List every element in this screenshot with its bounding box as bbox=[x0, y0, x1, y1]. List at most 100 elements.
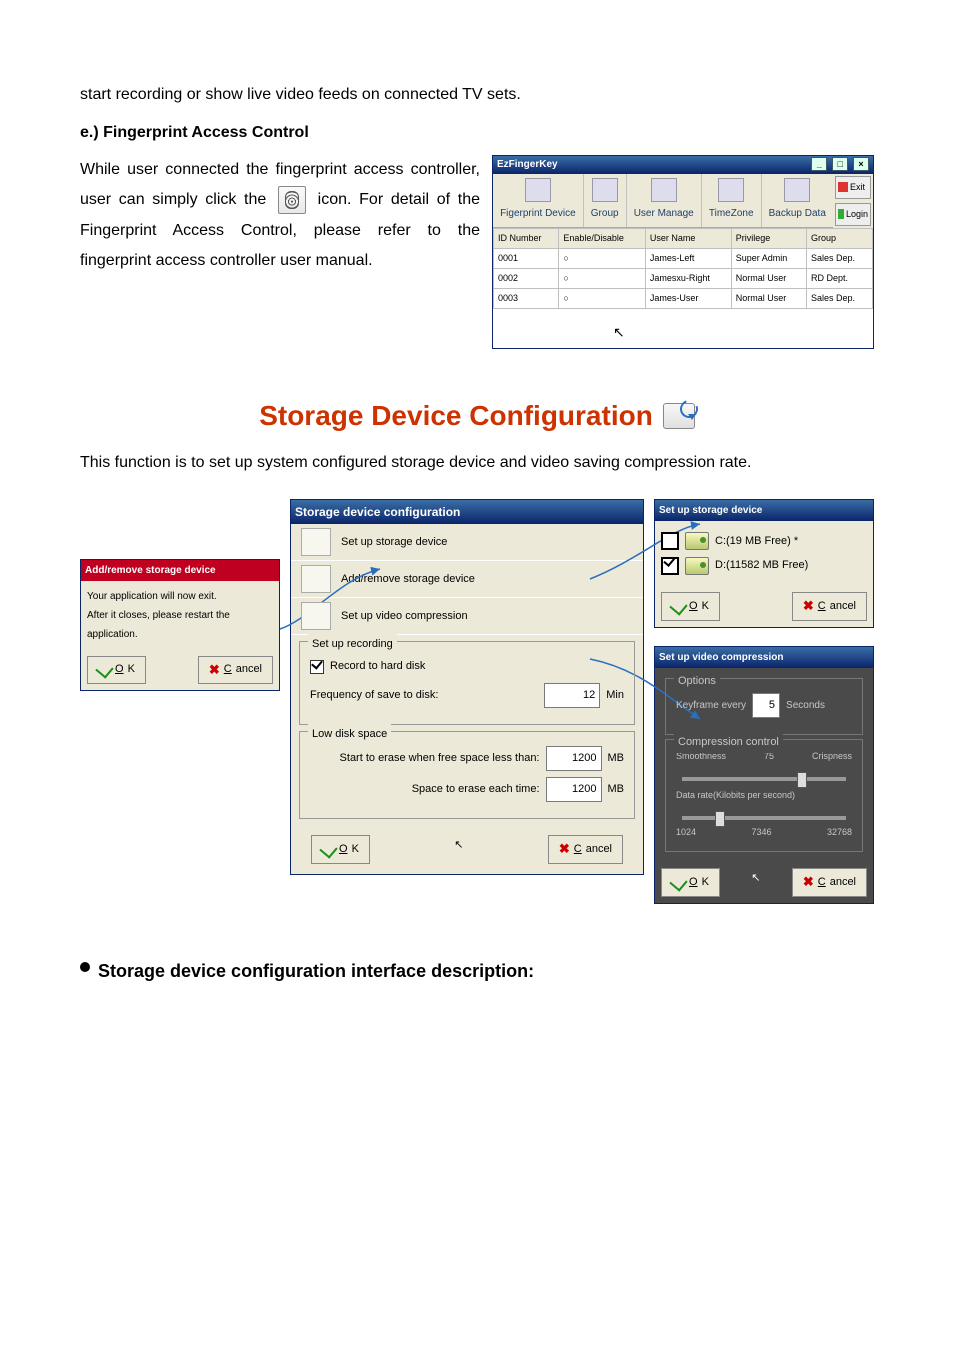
low-disk-legend: Low disk space bbox=[308, 724, 391, 745]
addremove-cancel-button[interactable]: ✖Cancel bbox=[198, 656, 273, 685]
keyframe-label: Keyframe every bbox=[676, 696, 746, 715]
addremove-title: Add/remove storage device bbox=[81, 560, 279, 581]
maincfg-cancel-button[interactable]: ✖Cancel bbox=[548, 835, 623, 864]
erase-threshold-input[interactable]: 1200 bbox=[546, 746, 602, 771]
storage-cancel-button[interactable]: ✖Cancel bbox=[792, 592, 867, 621]
drive-c-label: C:(19 MB Free) * bbox=[715, 531, 798, 552]
video-compression-dialog: Set up video compression Options Keyfram… bbox=[654, 646, 874, 904]
drive-icon bbox=[685, 532, 709, 550]
compression-control-legend: Compression control bbox=[674, 732, 783, 753]
x-icon: ✖ bbox=[803, 594, 814, 619]
user-manage-icon bbox=[651, 178, 677, 202]
table-row[interactable]: 0002○Jamesxu-RightNormal UserRD Dept. bbox=[494, 269, 873, 289]
datarate-label: Data rate(Kilobits per second) bbox=[676, 787, 852, 804]
erase-threshold-unit: MB bbox=[608, 748, 625, 769]
setup-storage-icon bbox=[301, 528, 331, 556]
addremove-storage-icon bbox=[301, 565, 331, 593]
frequency-unit: Min bbox=[606, 685, 624, 706]
keyframe-unit: Seconds bbox=[786, 696, 825, 715]
x-icon: ✖ bbox=[803, 870, 814, 895]
check-icon bbox=[95, 661, 113, 679]
bullet-icon bbox=[80, 962, 90, 972]
toolbar-group[interactable]: Group bbox=[584, 174, 627, 227]
col-id[interactable]: ID Number bbox=[494, 228, 559, 248]
bullet-heading: Storage device configuration interface d… bbox=[98, 954, 534, 988]
check-icon bbox=[319, 840, 337, 858]
col-group[interactable]: Group bbox=[807, 228, 873, 248]
col-privilege[interactable]: Privilege bbox=[731, 228, 806, 248]
video-compression-icon bbox=[301, 602, 331, 630]
toolbar-fingerprint-device[interactable]: Figerprint Device bbox=[493, 174, 584, 227]
toolbar-user-manage[interactable]: User Manage bbox=[627, 174, 702, 227]
fingerprint-device-icon bbox=[525, 178, 551, 202]
table-row[interactable]: 0001○James-LeftSuper AdminSales Dep. bbox=[494, 249, 873, 269]
storage-config-dialog: Storage device configuration Set up stor… bbox=[290, 499, 644, 875]
maximize-button[interactable]: □ bbox=[832, 157, 848, 171]
timezone-icon bbox=[718, 178, 744, 202]
storage-heading-icon bbox=[663, 403, 695, 429]
drive-d-checkbox[interactable] bbox=[661, 557, 679, 575]
exit-button[interactable]: Exit bbox=[835, 176, 871, 199]
check-icon bbox=[669, 598, 687, 616]
comp-cancel-button[interactable]: ✖Cancel bbox=[792, 868, 867, 897]
toolbar-backup-data[interactable]: Backup Data bbox=[762, 174, 833, 227]
record-to-disk-label: Record to hard disk bbox=[330, 656, 425, 677]
storage-config-title: Storage device configuration bbox=[291, 500, 643, 525]
quality-slider[interactable] bbox=[682, 777, 846, 781]
rate-low: 1024 bbox=[676, 824, 696, 841]
setup-video-compression-item[interactable]: Set up video compression bbox=[291, 598, 643, 635]
fingerprint-icon[interactable] bbox=[278, 186, 306, 214]
addremove-ok-button[interactable]: OOKK bbox=[87, 656, 146, 685]
drive-c-checkbox[interactable] bbox=[661, 532, 679, 550]
comp-ok-button[interactable]: OK bbox=[661, 868, 720, 897]
cursor-icon: ↖ bbox=[751, 868, 760, 897]
addremove-msg2: After it closes, please restart the appl… bbox=[87, 606, 273, 644]
erase-amount-input[interactable]: 1200 bbox=[546, 777, 602, 802]
maincfg-ok-button[interactable]: OK bbox=[311, 835, 370, 864]
drive-d-row[interactable]: D:(11582 MB Free) bbox=[661, 555, 867, 576]
cursor-icon: ↖ bbox=[454, 835, 463, 864]
toolbar-timezone[interactable]: TimeZone bbox=[702, 174, 762, 227]
check-icon bbox=[669, 873, 687, 891]
storage-ok-button[interactable]: OK bbox=[661, 592, 720, 621]
video-compression-title: Set up video compression bbox=[655, 647, 873, 668]
heading-paragraph: This function is to set up system config… bbox=[80, 448, 874, 478]
storage-heading: Storage Device Configuration bbox=[259, 389, 653, 442]
datarate-slider[interactable] bbox=[682, 816, 846, 820]
setup-storage-dialog: Set up storage device C:(19 MB Free) * D… bbox=[654, 499, 874, 628]
addremove-dialog: Add/remove storage device Your applicati… bbox=[80, 559, 280, 692]
drive-c-row[interactable]: C:(19 MB Free) * bbox=[661, 531, 867, 552]
setup-storage-title: Set up storage device bbox=[655, 500, 873, 521]
addremove-msg1: Your application will now exit. bbox=[87, 587, 273, 606]
section-e-title: e.) Fingerprint Access Control bbox=[80, 118, 874, 148]
col-enable[interactable]: Enable/Disable bbox=[559, 228, 646, 248]
ezfingerkey-title: EzFingerKey bbox=[497, 155, 558, 174]
options-legend: Options bbox=[674, 671, 720, 692]
x-icon: ✖ bbox=[209, 658, 220, 683]
login-button[interactable]: Login bbox=[835, 203, 871, 226]
cursor-icon: ↖ bbox=[613, 319, 873, 346]
keyframe-input[interactable]: 5 bbox=[752, 693, 780, 718]
setup-recording-legend: Set up recording bbox=[308, 634, 397, 655]
erase-threshold-label: Start to erase when free space less than… bbox=[310, 748, 540, 769]
table-row[interactable]: 0003○James-UserNormal UserSales Dep. bbox=[494, 289, 873, 309]
backup-data-icon bbox=[784, 178, 810, 202]
erase-amount-label: Space to erase each time: bbox=[310, 779, 540, 800]
group-icon bbox=[592, 178, 618, 202]
ezfingerkey-window: EzFingerKey _ □ × Figerprint Device Grou… bbox=[492, 155, 874, 349]
close-button[interactable]: × bbox=[853, 157, 869, 171]
crispness-label: Crispness bbox=[812, 748, 852, 765]
setup-recording-group: Set up recording Record to hard disk Fre… bbox=[299, 641, 635, 725]
intro-text: start recording or show live video feeds… bbox=[80, 80, 874, 110]
frequency-label: Frequency of save to disk: bbox=[310, 685, 538, 706]
x-icon: ✖ bbox=[559, 837, 570, 862]
frequency-input[interactable]: 12 bbox=[544, 683, 600, 708]
record-to-disk-checkbox[interactable] bbox=[310, 660, 324, 674]
drive-icon bbox=[685, 557, 709, 575]
setup-storage-device-item[interactable]: Set up storage device bbox=[291, 524, 643, 561]
addremove-storage-device-item[interactable]: Add/remove storage device bbox=[291, 561, 643, 598]
drive-d-label: D:(11582 MB Free) bbox=[715, 555, 808, 576]
minimize-button[interactable]: _ bbox=[811, 157, 827, 171]
col-username[interactable]: User Name bbox=[645, 228, 731, 248]
rate-mid: 7346 bbox=[751, 824, 771, 841]
